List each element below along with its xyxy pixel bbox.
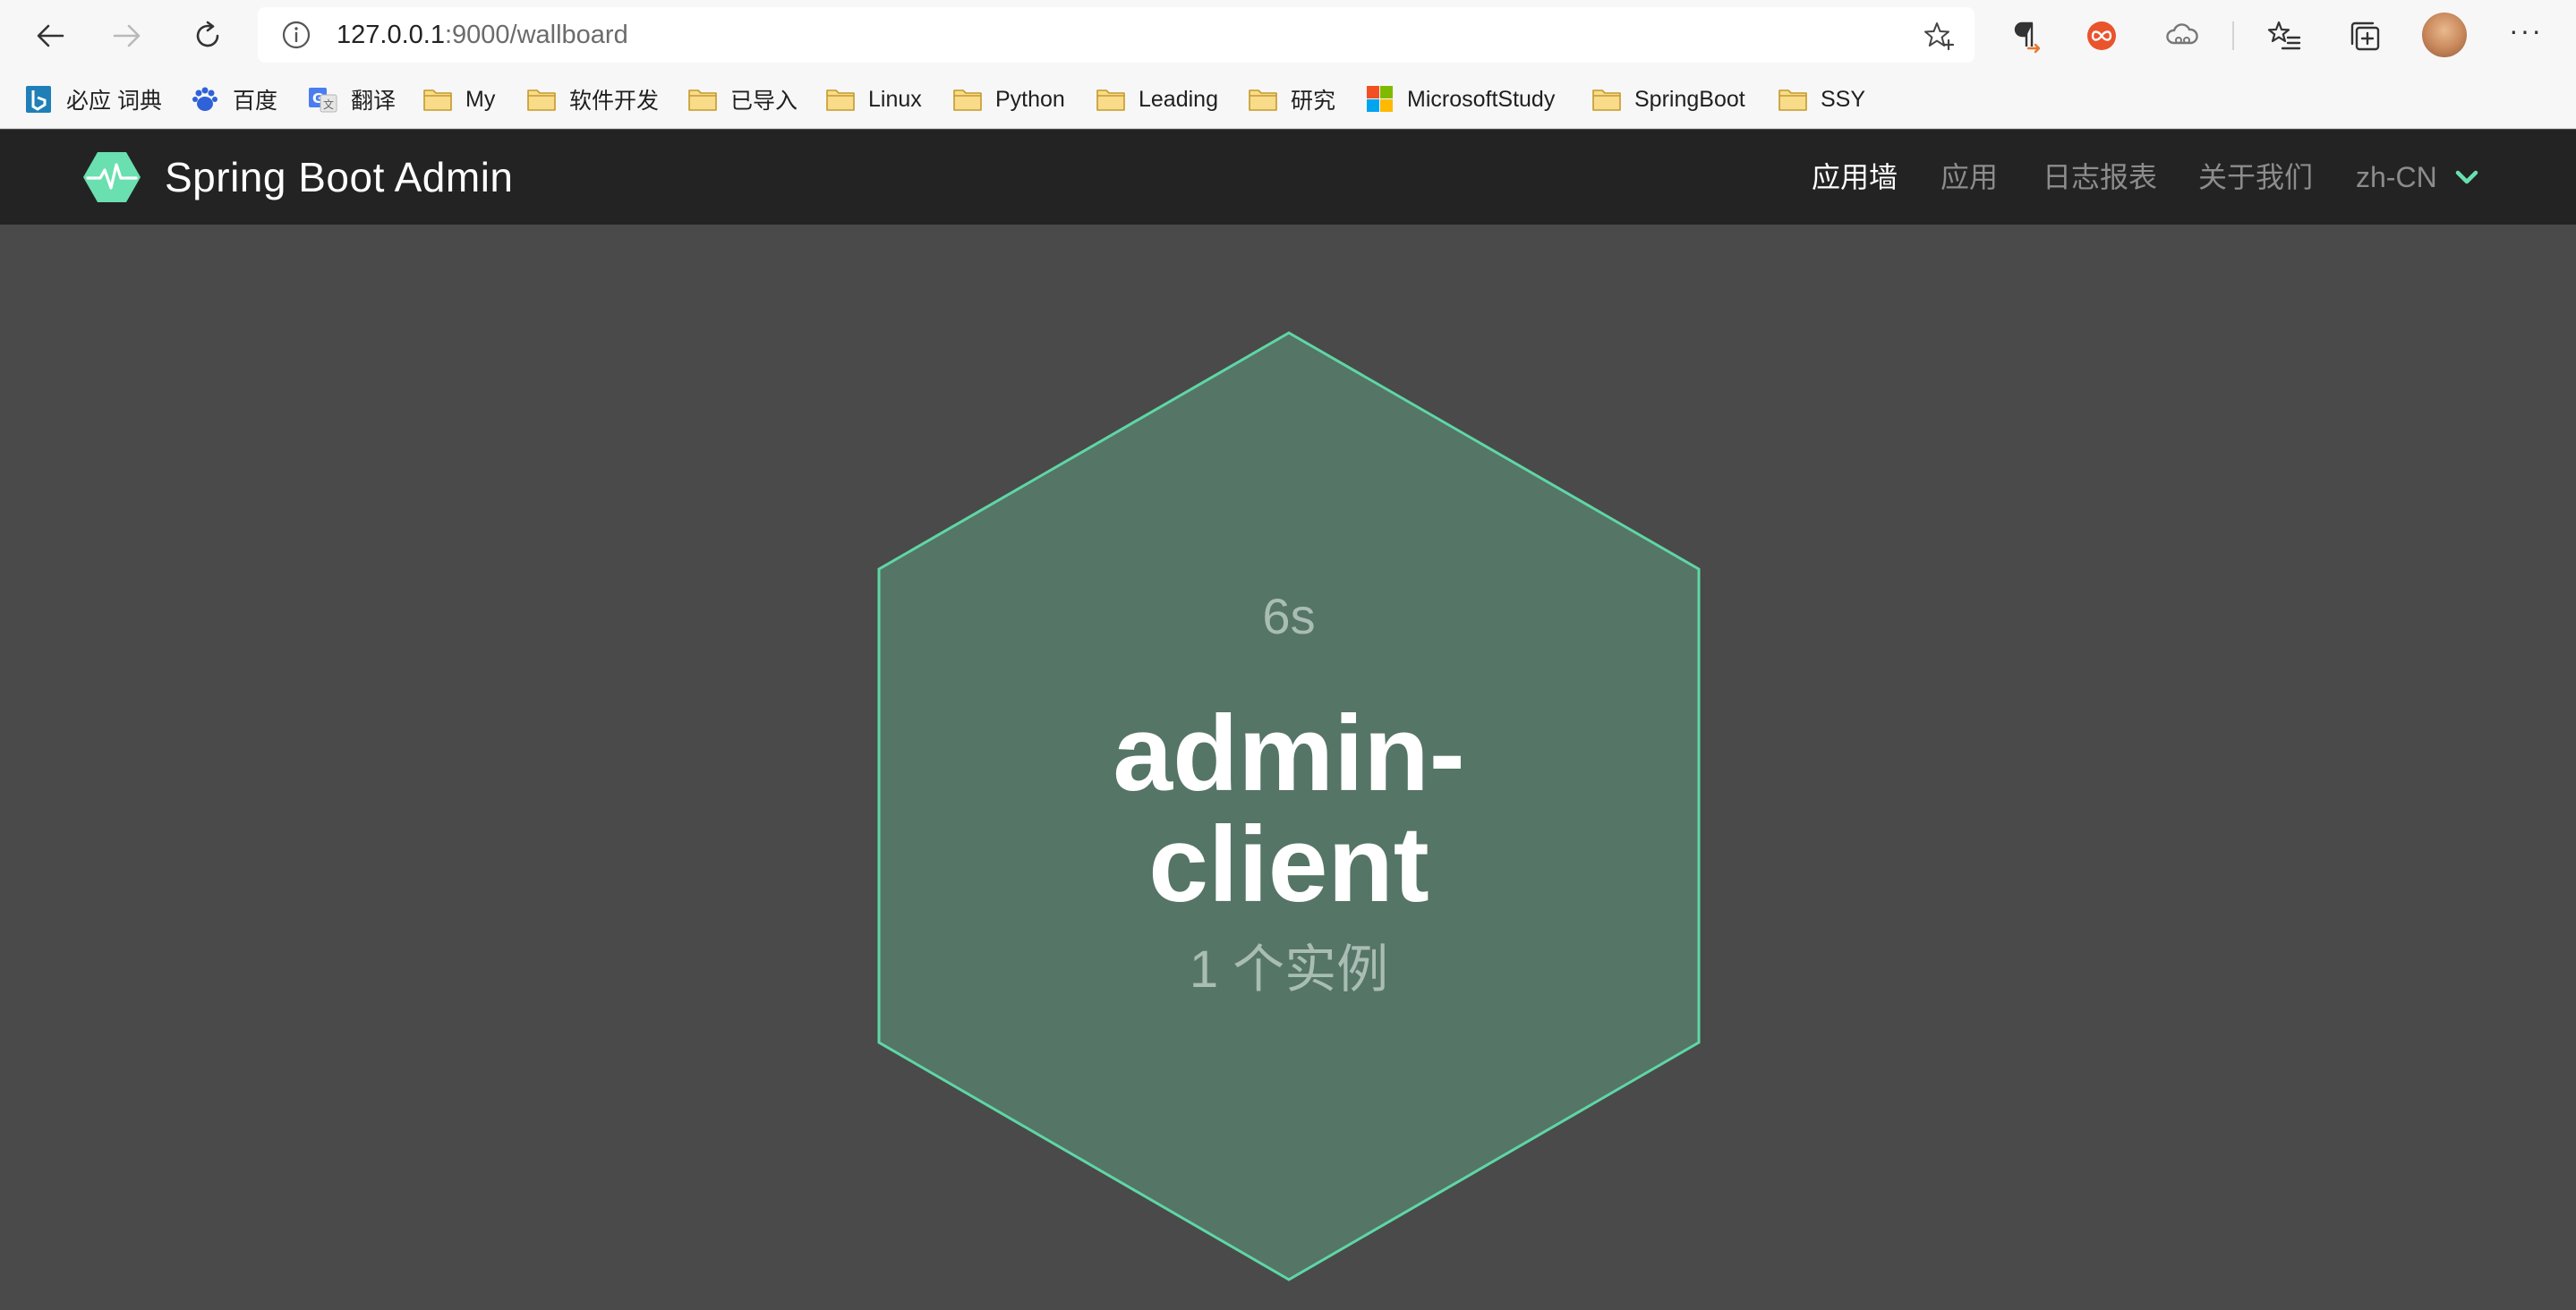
folder-icon	[1248, 86, 1278, 113]
uptime-duration: 6s	[1262, 588, 1316, 644]
bookmarks-bar: 必应 词典 百度 G文 翻译 My 软件开发 已导入 Linux Python …	[0, 70, 2576, 129]
bookmark-label: 翻译	[351, 89, 397, 114]
nav-journal[interactable]: 日志报表	[2043, 130, 2157, 225]
profile-avatar[interactable]	[2422, 13, 2467, 57]
toolbar-divider	[2232, 21, 2234, 50]
browser-toolbar: 127.0.0.1:9000/wallboard ···	[0, 0, 2576, 70]
collections-button[interactable]	[2345, 16, 2384, 55]
bookmark-folder-ssy[interactable]: SSY	[1778, 70, 1865, 129]
app-header: Spring Boot Admin 应用墙 应用 日志报表 关于我们 zh-CN	[0, 130, 2576, 225]
application-name: admin-client	[1113, 693, 1465, 924]
cloud-extension-button[interactable]	[2162, 16, 2202, 55]
folder-icon	[1778, 86, 1808, 113]
bing-icon	[23, 86, 54, 113]
bookmark-bing-dictionary[interactable]: 必应 词典	[23, 70, 162, 129]
heartbeat-hexagon-logo-icon	[83, 152, 141, 202]
nav-applications[interactable]: 应用	[1941, 130, 1998, 225]
bookmark-label: 已导入	[730, 89, 798, 114]
folder-icon	[687, 86, 718, 113]
infinity-extension-button[interactable]	[2082, 16, 2121, 55]
language-dropdown[interactable]: zh-CN	[2356, 130, 2480, 225]
back-button[interactable]	[25, 11, 75, 61]
collections-icon	[2350, 21, 2380, 51]
bookmark-folder-software[interactable]: 软件开发	[526, 70, 659, 129]
forward-button[interactable]	[102, 11, 152, 61]
bookmark-label: 研究	[1291, 89, 1336, 114]
folder-icon	[1096, 86, 1126, 113]
language-label: zh-CN	[2356, 161, 2437, 193]
url-text[interactable]: 127.0.0.1:9000/wallboard	[337, 7, 628, 63]
bookmark-label: Linux	[868, 86, 922, 112]
brand-title: Spring Boot Admin	[165, 154, 514, 200]
instance-count: 1 个实例	[1189, 940, 1389, 999]
star-add-icon[interactable]	[1923, 20, 1955, 52]
refresh-icon	[196, 21, 219, 47]
application-hexagon-tile[interactable]: 6s admin-client 1 个实例	[877, 331, 1701, 1281]
chevron-down-icon	[2455, 170, 2478, 184]
microsoft-logo-icon	[1364, 86, 1395, 113]
bookmark-label: Leading	[1139, 86, 1218, 112]
favorites-button[interactable]	[2265, 16, 2304, 55]
infinity-icon	[2087, 21, 2116, 50]
google-translate-icon: G文	[308, 86, 338, 113]
bookmark-translate[interactable]: G文 翻译	[308, 70, 396, 129]
nav-wallboard[interactable]: 应用墙	[1812, 130, 1898, 225]
baidu-paw-icon	[190, 86, 220, 113]
more-button[interactable]: ···	[2501, 14, 2551, 54]
back-arrow-icon	[37, 24, 64, 47]
folder-icon	[422, 86, 453, 113]
favorites-list-icon	[2267, 21, 2301, 50]
wallboard: 6s admin-client 1 个实例	[0, 225, 2576, 1310]
svg-text:文: 文	[323, 98, 334, 111]
bookmark-folder-leading[interactable]: Leading	[1096, 70, 1218, 129]
bookmark-folder-imported[interactable]: 已导入	[687, 70, 798, 129]
url-path: :9000/wallboard	[444, 21, 628, 49]
info-icon[interactable]	[281, 20, 311, 50]
refresh-button[interactable]	[183, 11, 233, 61]
bookmark-label: Python	[995, 86, 1065, 112]
bookmark-label: SpringBoot	[1634, 86, 1745, 112]
nav-about[interactable]: 关于我们	[2198, 130, 2313, 225]
bookmark-folder-python[interactable]: Python	[952, 70, 1065, 129]
paragraph-extension-button[interactable]	[2005, 16, 2044, 55]
bookmark-folder-my[interactable]: My	[422, 70, 495, 129]
bookmark-label: 必应 词典	[66, 89, 162, 114]
bookmark-label: My	[465, 86, 496, 112]
bookmark-label: 百度	[233, 89, 278, 114]
bookmark-baidu[interactable]: 百度	[190, 70, 277, 129]
bookmark-label: 软件开发	[569, 89, 660, 114]
folder-icon	[952, 86, 983, 113]
folder-icon	[526, 86, 557, 113]
bookmark-label: MicrosoftStudy	[1407, 86, 1556, 112]
brand-link[interactable]: Spring Boot Admin	[82, 130, 514, 225]
bookmark-folder-research[interactable]: 研究	[1248, 70, 1335, 129]
hexagon-content: 6s admin-client 1 个实例	[877, 331, 1701, 1281]
cloud-icon	[2166, 23, 2198, 45]
folder-icon	[1591, 86, 1622, 113]
bookmark-folder-springboot[interactable]: SpringBoot	[1591, 70, 1745, 129]
paragraph-icon	[2014, 21, 2041, 54]
forward-arrow-icon	[113, 24, 141, 47]
folder-icon	[825, 86, 856, 113]
bookmark-folder-linux[interactable]: Linux	[825, 70, 922, 129]
address-bar[interactable]: 127.0.0.1:9000/wallboard	[258, 7, 1975, 63]
url-host: 127.0.0.1	[337, 21, 445, 49]
bookmark-label: SSY	[1821, 86, 1866, 112]
bookmark-microsoftstudy[interactable]: MicrosoftStudy	[1364, 70, 1555, 129]
